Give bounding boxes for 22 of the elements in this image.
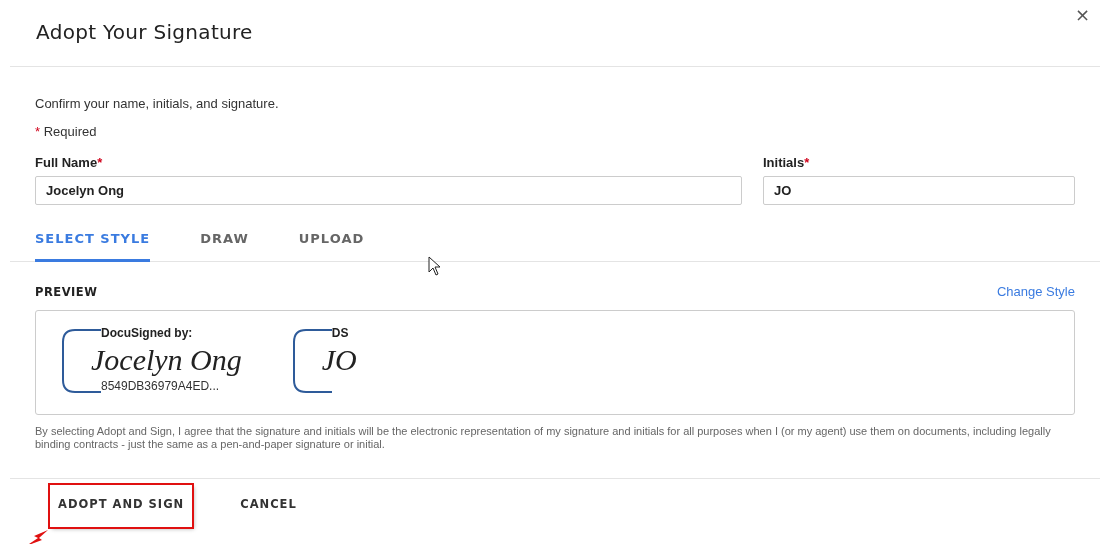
required-note: * Required (35, 124, 98, 139)
stamp-header: DocuSigned by: (101, 326, 193, 340)
adopt-button[interactable]: ADOPT AND SIGN (50, 485, 193, 527)
tab[interactable]: DRAW (200, 227, 249, 262)
signature-text: JO (321, 342, 357, 378)
legal-text: By selecting Adopt and Sign, I agree that the signature and initials will be the electronic representation of my signature and initials for all purposes when I (or my agent) use them on documents, including legally binding contracts - just the same as a pen-and-paper signature or initial. (35, 425, 1052, 451)
close-button[interactable]: × (1074, 4, 1090, 25)
tab[interactable]: UPLOAD (298, 227, 365, 262)
stamp-header: DS (331, 326, 349, 340)
change-style-link[interactable]: Change Style (996, 284, 1075, 299)
input-field[interactable]: JO (763, 176, 1075, 205)
field-label: Initials* (763, 155, 811, 170)
cancel-button[interactable]: CANCEL (232, 485, 305, 527)
dialog-title: Adopt Your Signature (36, 20, 253, 44)
intro-text: Confirm your name, initials, and signature. (35, 96, 280, 111)
stamp-id: 8549DB36979A4ED... (101, 380, 220, 393)
field-label: Full Name* (35, 155, 104, 170)
input-field[interactable]: Jocelyn Ong (35, 176, 742, 205)
preview-label: PREVIEW (35, 284, 98, 299)
tab[interactable]: SELECT STYLE (35, 227, 151, 262)
pointer-icon (428, 256, 442, 276)
signature-text: Jocelyn Ong (91, 342, 242, 378)
